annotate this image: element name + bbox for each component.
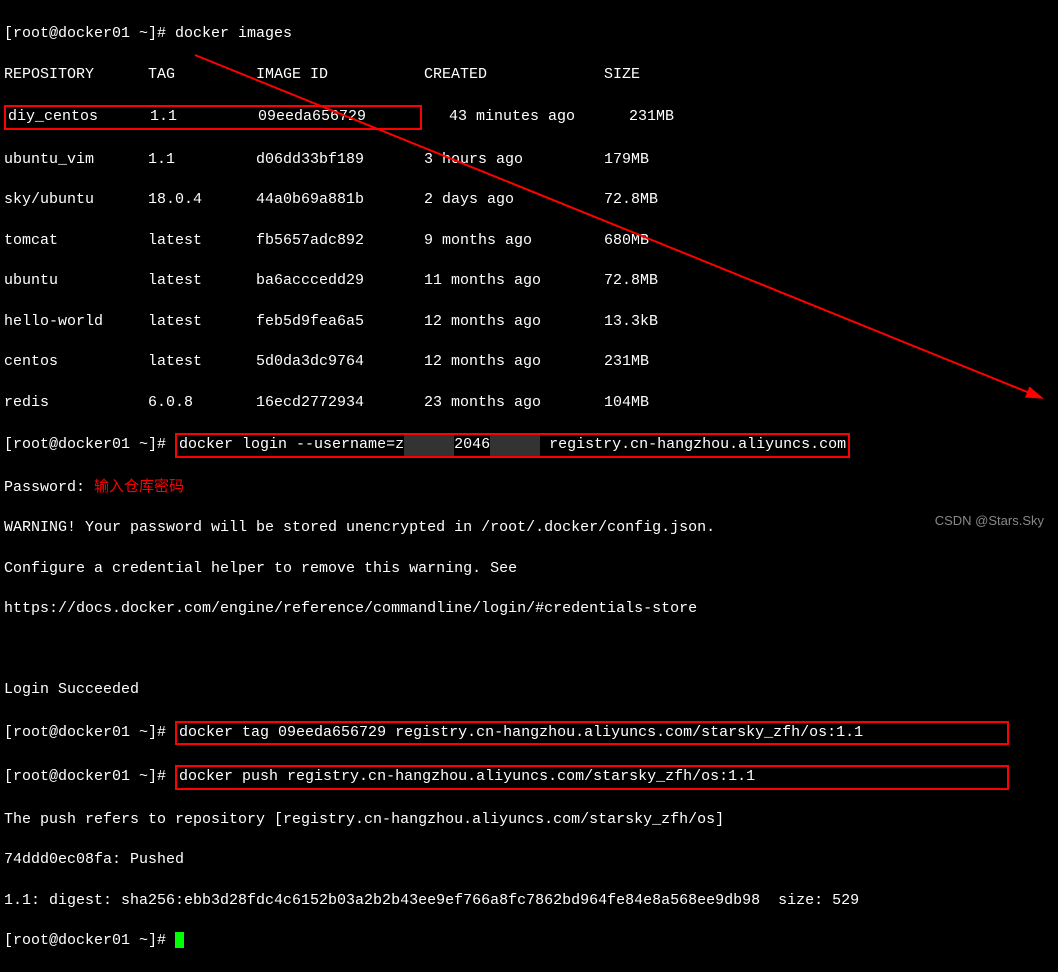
cell-created: 12 months ago [424, 312, 604, 332]
header-tag: TAG [148, 65, 256, 85]
cell-repo: ubuntu_vim [4, 150, 148, 170]
table-row: tomcatlatestfb5657adc8929 months ago680M… [4, 231, 1054, 251]
output-line: The push refers to repository [registry.… [4, 810, 1054, 830]
cell-repo: tomcat [4, 231, 148, 251]
cell-id: 5d0da3dc9764 [256, 352, 424, 372]
login-success-line: Login Succeeded [4, 680, 1054, 700]
terminal-window[interactable]: [root@docker01 ~]# docker images REPOSIT… [4, 4, 1054, 972]
shell-prompt: [root@docker01 ~]# [4, 436, 175, 453]
cell-id: fb5657adc892 [256, 231, 424, 251]
cell-repo: redis [4, 393, 148, 413]
cell-size: 72.8MB [604, 190, 704, 210]
cell-id: 44a0b69a881b [256, 190, 424, 210]
highlighted-command: docker login --username=z█2046█ registry… [175, 433, 850, 457]
command-line: [root@docker01 ~]# docker images [4, 24, 1054, 44]
cell-size: 72.8MB [604, 271, 704, 291]
cell-created: 23 months ago [424, 393, 604, 413]
cell-size: 231MB [604, 352, 704, 372]
cell-tag: 1.1 [150, 107, 258, 127]
cell-created: 3 hours ago [424, 150, 604, 170]
redacted-text: █ [490, 435, 540, 455]
command-text: docker images [175, 25, 292, 42]
cell-size: 104MB [604, 393, 704, 413]
table-row: sky/ubuntu18.0.444a0b69a881b2 days ago72… [4, 190, 1054, 210]
cell-id: feb5d9fea6a5 [256, 312, 424, 332]
table-row: ubuntu_vim1.1d06dd33bf1893 hours ago179M… [4, 150, 1054, 170]
warning-line: WARNING! Your password will be stored un… [4, 518, 1054, 538]
command-text: docker login --username=z [179, 436, 404, 453]
cell-tag: latest [148, 271, 256, 291]
shell-prompt: [root@docker01 ~]# [4, 768, 175, 785]
header-image-id: IMAGE ID [256, 65, 424, 85]
watermark-text: CSDN @Stars.Sky [935, 512, 1044, 530]
header-repository: REPOSITORY [4, 65, 148, 85]
cell-repo: ubuntu [4, 271, 148, 291]
shell-prompt: [root@docker01 ~]# [4, 25, 175, 42]
password-label: Password: [4, 479, 94, 496]
warning-line: https://docs.docker.com/engine/reference… [4, 599, 1054, 619]
cell-size: 179MB [604, 150, 704, 170]
command-text: docker tag 09eeda656729 registry.cn-hang… [179, 724, 863, 741]
table-row: diy_centos1.109eeda656729 43 minutes ago… [4, 105, 1054, 129]
cell-repo: sky/ubuntu [4, 190, 148, 210]
table-header: REPOSITORYTAGIMAGE IDCREATEDSIZE [4, 65, 1054, 85]
blank-line [4, 640, 1054, 660]
command-line: [root@docker01 ~]# docker login --userna… [4, 433, 1054, 457]
shell-prompt: [root@docker01 ~]# [4, 932, 175, 949]
cell-repo: hello-world [4, 312, 148, 332]
cell-tag: 18.0.4 [148, 190, 256, 210]
cell-repo: centos [4, 352, 148, 372]
table-row: hello-worldlatestfeb5d9fea6a512 months a… [4, 312, 1054, 332]
cell-created: 2 days ago [424, 190, 604, 210]
cell-size: 231MB [629, 107, 729, 127]
redacted-text: █ [404, 435, 454, 455]
command-line: [root@docker01 ~]# docker tag 09eeda6567… [4, 721, 1054, 745]
highlighted-command: docker tag 09eeda656729 registry.cn-hang… [175, 721, 1009, 745]
cell-repo: diy_centos [8, 107, 150, 127]
table-row: ubuntulatestba6acccedd2911 months ago72.… [4, 271, 1054, 291]
cursor-icon [175, 932, 184, 948]
cell-size: 13.3kB [604, 312, 704, 332]
output-line: 1.1: digest: sha256:ebb3d28fdc4c6152b03a… [4, 891, 1054, 911]
cell-created: 11 months ago [424, 271, 604, 291]
header-size: SIZE [604, 65, 704, 85]
cell-id: d06dd33bf189 [256, 150, 424, 170]
cell-id: 09eeda656729 [258, 107, 366, 127]
cell-created: 9 months ago [424, 231, 604, 251]
highlighted-command: docker push registry.cn-hangzhou.aliyunc… [175, 765, 1009, 789]
password-hint: 输入仓库密码 [94, 479, 184, 496]
command-line: [root@docker01 ~]# docker push registry.… [4, 765, 1054, 789]
cell-tag: latest [148, 352, 256, 372]
command-text: 2046 [454, 436, 490, 453]
table-row: centoslatest5d0da3dc976412 months ago231… [4, 352, 1054, 372]
cell-id: 16ecd2772934 [256, 393, 424, 413]
shell-prompt: [root@docker01 ~]# [4, 724, 175, 741]
cell-size: 680MB [604, 231, 704, 251]
cell-tag: 6.0.8 [148, 393, 256, 413]
command-line[interactable]: [root@docker01 ~]# [4, 931, 1054, 951]
cell-created: 43 minutes ago [449, 107, 629, 127]
command-text: docker push registry.cn-hangzhou.aliyunc… [179, 768, 755, 785]
cell-tag: latest [148, 312, 256, 332]
cell-created: 12 months ago [424, 352, 604, 372]
table-row: redis6.0.816ecd277293423 months ago104MB [4, 393, 1054, 413]
warning-line: Configure a credential helper to remove … [4, 559, 1054, 579]
password-prompt-line: Password: 输入仓库密码 [4, 478, 1054, 498]
header-created: CREATED [424, 65, 604, 85]
cell-tag: 1.1 [148, 150, 256, 170]
output-line: 74ddd0ec08fa: Pushed [4, 850, 1054, 870]
cell-tag: latest [148, 231, 256, 251]
command-text: registry.cn-hangzhou.aliyuncs.com [549, 436, 846, 453]
cell-id: ba6acccedd29 [256, 271, 424, 291]
